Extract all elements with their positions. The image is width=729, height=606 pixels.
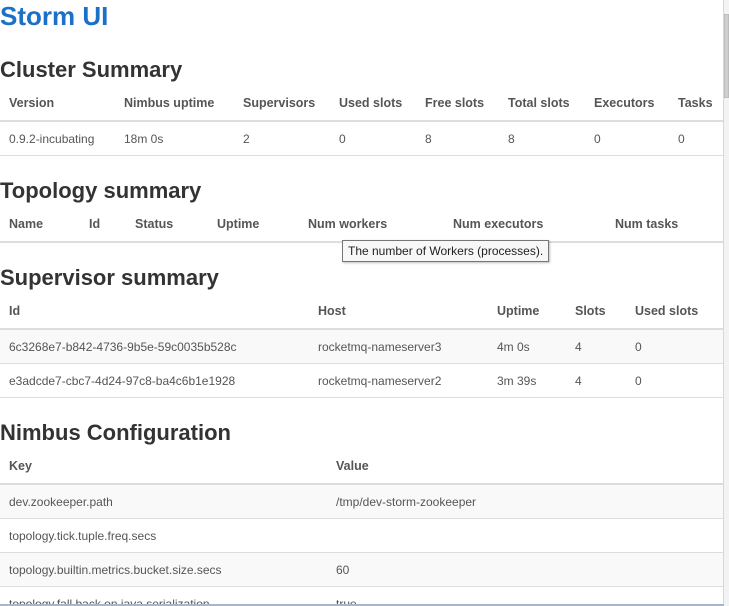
table-header-row: Key Value (0, 449, 724, 485)
topology-summary-table: Name Id Status Uptime Num workers Num ex… (0, 207, 724, 243)
column-header-supervisors[interactable]: Supervisors (234, 86, 330, 122)
cell-used-slots: 0 (330, 121, 416, 156)
table-row: topology.tick.tuple.freq.secs (0, 518, 724, 553)
cell-config-value (327, 518, 724, 553)
column-header-nimbus-uptime[interactable]: Nimbus uptime (115, 86, 234, 122)
supervisor-summary-title: Supervisor summary (0, 265, 219, 290)
cell-config-key: topology.tick.tuple.freq.secs (0, 518, 327, 553)
column-header-id[interactable]: Id (80, 207, 126, 243)
supervisor-summary-table: Id Host Uptime Slots Used slots 6c3268e7… (0, 294, 724, 398)
column-header-value[interactable]: Value (327, 449, 724, 485)
column-header-used-slots[interactable]: Used slots (626, 294, 724, 330)
cell-slots: 4 (566, 329, 626, 364)
app-title[interactable]: Storm UI (0, 0, 108, 32)
cell-tasks: 0 (669, 121, 724, 156)
cell-config-key: topology.builtin.metrics.bucket.size.sec… (0, 552, 327, 587)
cell-host: rocketmq-nameserver2 (309, 363, 488, 398)
column-header-used-slots[interactable]: Used slots (330, 86, 416, 122)
num-workers-tooltip: The number of Workers (processes). (342, 240, 550, 262)
column-header-num-workers[interactable]: Num workers (299, 207, 444, 243)
cell-supervisor-id: e3adcde7-cbc7-4d24-97c8-ba4c6b1e1928 (0, 363, 309, 398)
column-header-key[interactable]: Key (0, 449, 327, 485)
column-header-num-tasks[interactable]: Num tasks (606, 207, 724, 243)
cell-supervisors: 2 (234, 121, 330, 156)
table-header-row: Version Nimbus uptime Supervisors Used s… (0, 86, 724, 122)
column-header-tasks[interactable]: Tasks (669, 86, 724, 122)
column-header-num-executors[interactable]: Num executors (444, 207, 606, 243)
column-header-uptime[interactable]: Uptime (488, 294, 566, 330)
cell-config-value: 60 (327, 552, 724, 587)
cell-executors: 0 (585, 121, 669, 156)
cluster-summary-table: Version Nimbus uptime Supervisors Used s… (0, 86, 724, 156)
column-header-free-slots[interactable]: Free slots (416, 86, 499, 122)
cell-total-slots: 8 (499, 121, 585, 156)
vertical-scrollbar[interactable] (723, 0, 729, 606)
column-header-id[interactable]: Id (0, 294, 309, 330)
nimbus-configuration-title: Nimbus Configuration (0, 420, 231, 445)
table-row: 0.9.2-incubating 18m 0s 2 0 8 8 0 0 (0, 121, 724, 156)
cell-uptime: 3m 39s (488, 363, 566, 398)
column-header-uptime[interactable]: Uptime (208, 207, 299, 243)
browser-viewport: Storm UI Cluster Summary Version Nimbus … (0, 0, 729, 606)
nimbus-configuration-table: Key Value dev.zookeeper.path /tmp/dev-st… (0, 449, 724, 606)
table-row: 6c3268e7-b842-4736-9b5e-59c0035b528c roc… (0, 329, 724, 364)
column-header-slots[interactable]: Slots (566, 294, 626, 330)
cluster-summary-title: Cluster Summary (0, 57, 183, 82)
cell-version: 0.9.2-incubating (0, 121, 115, 156)
scrollbar-thumb[interactable] (724, 14, 729, 98)
cell-config-value: /tmp/dev-storm-zookeeper (327, 484, 724, 519)
column-header-name[interactable]: Name (0, 207, 80, 243)
table-row: topology.builtin.metrics.bucket.size.sec… (0, 552, 724, 587)
column-header-total-slots[interactable]: Total slots (499, 86, 585, 122)
table-header-row: Name Id Status Uptime Num workers Num ex… (0, 207, 724, 243)
cell-slots: 4 (566, 363, 626, 398)
table-row: dev.zookeeper.path /tmp/dev-storm-zookee… (0, 484, 724, 519)
column-header-executors[interactable]: Executors (585, 86, 669, 122)
cell-config-key: dev.zookeeper.path (0, 484, 327, 519)
column-header-host[interactable]: Host (309, 294, 488, 330)
cell-used-slots: 0 (626, 363, 724, 398)
cell-used-slots: 0 (626, 329, 724, 364)
topology-summary-title: Topology summary (0, 178, 202, 203)
cell-host: rocketmq-nameserver3 (309, 329, 488, 364)
table-header-row: Id Host Uptime Slots Used slots (0, 294, 724, 330)
cell-nimbus-uptime: 18m 0s (115, 121, 234, 156)
table-row: e3adcde7-cbc7-4d24-97c8-ba4c6b1e1928 roc… (0, 363, 724, 398)
cell-free-slots: 8 (416, 121, 499, 156)
cell-uptime: 4m 0s (488, 329, 566, 364)
cell-supervisor-id: 6c3268e7-b842-4736-9b5e-59c0035b528c (0, 329, 309, 364)
column-header-version[interactable]: Version (0, 86, 115, 122)
column-header-status[interactable]: Status (126, 207, 208, 243)
